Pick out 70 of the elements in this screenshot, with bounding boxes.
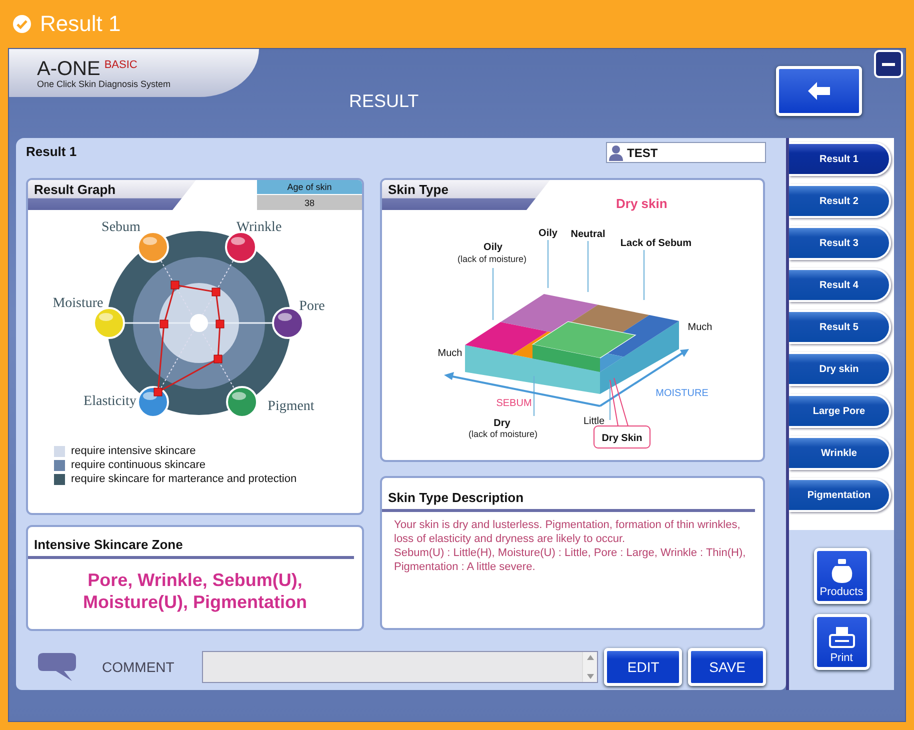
jar-icon — [830, 559, 852, 583]
section-title: Intensive Skincare Zone — [28, 527, 354, 559]
diagram-label: Neutral — [570, 229, 606, 240]
comment-field[interactable] — [202, 651, 598, 683]
data-point — [154, 388, 162, 396]
action-button[interactable]: EDIT — [604, 648, 682, 686]
user-field: TEST — [606, 142, 766, 163]
section-header: Result Graph — [28, 180, 196, 210]
window-title: Result 1 — [40, 11, 121, 37]
diagram-label: Much — [438, 348, 462, 359]
legend-label: require continuous skincare — [71, 459, 206, 471]
check-circle-icon — [12, 14, 32, 34]
result-title: Result 1 — [26, 143, 77, 159]
page-title: RESULT — [349, 91, 419, 112]
sidebar-tab[interactable]: Result 4 — [789, 268, 891, 302]
edition-label: BASIC — [104, 59, 138, 71]
brand-name: A-ONE — [37, 59, 100, 79]
print-button[interactable]: Print — [814, 614, 870, 670]
axis-label: Elasticity — [84, 394, 136, 409]
age-label: Age of skin — [257, 180, 362, 194]
axis-label: Sebum — [102, 220, 140, 235]
diagram-label: Much — [688, 322, 712, 333]
data-point — [216, 320, 224, 328]
data-point — [170, 280, 180, 290]
diagram-label: SEBUM — [496, 398, 532, 409]
diagram-label: (lack of moisture) — [468, 429, 538, 439]
back-arrow-icon — [808, 82, 830, 100]
sidebar-tab[interactable]: Result 1 — [789, 142, 891, 176]
data-point — [160, 320, 168, 328]
tagline: One Click Skin Diagnosis System — [37, 79, 172, 89]
scroll-down-icon[interactable] — [586, 674, 594, 679]
sidebar-tab[interactable]: Result 3 — [789, 226, 891, 260]
section-title: Skin Type Description — [382, 478, 755, 512]
sidebar-tab[interactable]: Result 2 — [789, 184, 891, 218]
diagram-label: Dry — [494, 418, 510, 429]
diagram-label: Little — [583, 416, 605, 427]
sidebar-tab[interactable]: Result 5 — [789, 310, 891, 344]
printer-icon — [828, 627, 854, 649]
back-button[interactable] — [776, 66, 862, 116]
age-value: 38 — [257, 195, 362, 210]
products-button[interactable]: Products — [814, 548, 870, 604]
skin-type-result: Dry skin — [616, 196, 668, 211]
axis-label: Wrinkle — [236, 220, 282, 235]
axis-label: Moisture — [52, 296, 104, 311]
axis-label: Pore — [299, 299, 325, 314]
comment-label: COMMENT — [102, 659, 174, 675]
sidebar-tab[interactable]: Dry skin — [789, 352, 891, 386]
legend-label: require intensive skincare — [71, 445, 196, 457]
data-point — [214, 354, 222, 364]
legend-label: require skincare for marterance and protection — [71, 473, 297, 485]
leader-line — [610, 378, 628, 426]
speech-bubble-icon — [38, 653, 76, 681]
zone-text: Pore, Wrinkle, Sebum(U), Moisture(U), Pigmentation — [82, 569, 308, 613]
description-text: Your skin is dry and lusterless. Pigmentation, formation of thin wrinkles, loss of elasticity and dryness are likely to occur. Sebum(U) : Little(H), Moisture(U) : Little, Pore : Large, Wrinkle : Thin(H), Pigmentation : A little severe. — [393, 518, 747, 574]
scroll-up-icon[interactable] — [586, 655, 594, 660]
diagram-label: (lack of moisture) — [457, 254, 527, 264]
sidebar-tab[interactable]: Large Pore — [789, 394, 891, 428]
action-button[interactable]: SAVE — [688, 648, 766, 686]
section-header: Skin Type — [382, 180, 550, 210]
person-icon — [609, 144, 623, 160]
data-point — [212, 288, 220, 296]
sidebar-tab[interactable]: Pigmentation — [789, 478, 891, 512]
minimize-button[interactable] — [874, 50, 903, 78]
sidebar-tab[interactable]: Wrinkle — [789, 436, 891, 470]
diagram-label: MOISTURE — [656, 388, 708, 399]
dry-skin-marker: Dry Skin — [594, 426, 650, 448]
axis-label: Pigment — [268, 399, 314, 414]
diagram-label: Lack of Sebum — [620, 238, 692, 249]
diagram-label: Oily — [538, 228, 558, 239]
diagram-label: Oily — [484, 242, 502, 253]
